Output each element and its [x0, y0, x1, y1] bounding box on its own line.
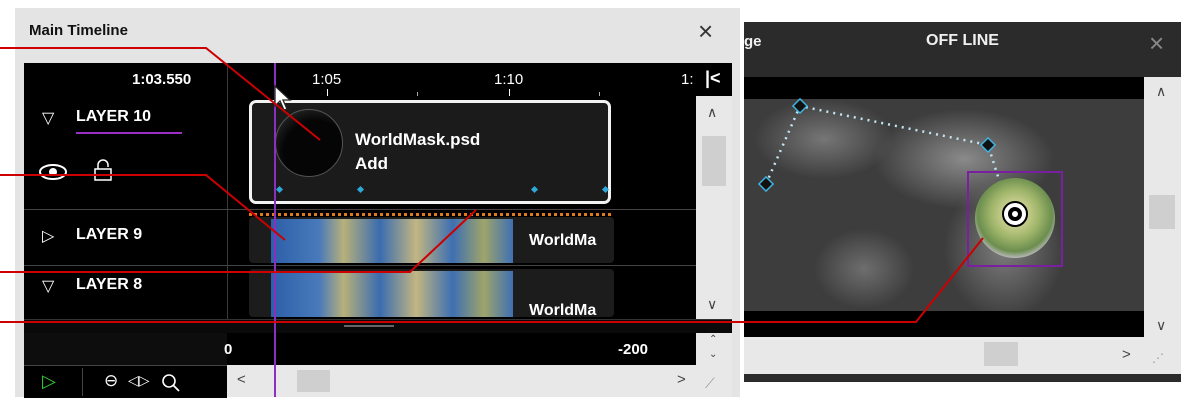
- clip-thumbnail-map: [271, 219, 513, 263]
- clip-blend-mode: Add: [355, 154, 389, 173]
- close-icon[interactable]: ×: [698, 18, 713, 44]
- clip-name: WorldMa: [529, 232, 597, 249]
- clip-thumbnail: [275, 109, 343, 177]
- clip-worldmask[interactable]: WorldMask.psd Add: [249, 100, 611, 204]
- layer-name: LAYER 10: [76, 108, 151, 125]
- motion-path-overlay[interactable]: [744, 77, 1144, 337]
- link-dotted-line: [249, 213, 611, 216]
- zoom-out-icon[interactable]: ⊖: [104, 371, 118, 391]
- viewer-viewport[interactable]: [744, 77, 1144, 337]
- scroll-right-icon[interactable]: >: [677, 371, 686, 388]
- scroll-left-icon[interactable]: <: [237, 371, 246, 388]
- ruler-label-1-05: 1:05: [312, 71, 342, 88]
- time-ruler[interactable]: 1:03.550 1:05 1:10 1:: [24, 63, 696, 397]
- clip-thumbnail-map: [271, 271, 513, 317]
- ruler-label-partial: 1:: [681, 71, 694, 88]
- value-ruler-left: 0: [224, 341, 233, 358]
- scroll-down-icon[interactable]: ∨: [707, 296, 717, 313]
- fit-icon[interactable]: ◁▷: [128, 372, 150, 389]
- keyframe-marker[interactable]: [530, 185, 539, 194]
- zoom-icon[interactable]: [161, 373, 181, 393]
- layer-row-header[interactable]: ▷ LAYER 9: [24, 210, 227, 265]
- timeline-body: 1:03.550 1:05 1:10 1: |< ▽ LAYER 10 ▷ LA…: [24, 63, 732, 398]
- resize-grip-icon[interactable]: ⟋: [705, 375, 715, 392]
- expand-triangle-icon[interactable]: ▽: [42, 276, 54, 296]
- horizontal-scrollbar[interactable]: < > ⟋: [227, 365, 732, 397]
- scroll-thumb[interactable]: [702, 136, 726, 186]
- clip-name: WorldMa: [529, 302, 597, 317]
- panel-splitter[interactable]: [24, 319, 732, 334]
- scroll-right-icon[interactable]: >: [1122, 346, 1131, 363]
- current-time-readout: 1:03.550: [132, 71, 192, 88]
- scroll-thumb[interactable]: [984, 342, 1018, 366]
- bottom-toolbar: ▷ ⊖ ◁▷: [24, 365, 227, 398]
- viewer-horizontal-scrollbar[interactable]: > ⋰: [744, 337, 1181, 374]
- resize-grip-icon[interactable]: ⋰: [1152, 351, 1164, 365]
- timeline-titlebar[interactable]: Main Timeline ×: [15, 8, 740, 60]
- clip-worldmap[interactable]: WorldMa: [249, 269, 614, 317]
- mouse-cursor-icon: [274, 84, 292, 111]
- layer-name: LAYER 8: [76, 276, 143, 293]
- collapsed-triangle-icon[interactable]: ▷: [42, 226, 54, 246]
- main-timeline-window: Main Timeline × 1:03.550 1:05 1:10 1: |<…: [15, 8, 740, 398]
- collapse-button[interactable]: |<: [698, 63, 732, 96]
- offline-viewer-window: ge OFF LINE × ∧ ∨ > ⋰: [744, 22, 1181, 382]
- lock-icon[interactable]: [93, 158, 113, 182]
- scroll-thumb[interactable]: [297, 370, 330, 392]
- keyframe-marker[interactable]: [601, 185, 610, 194]
- window-title: Main Timeline: [29, 22, 128, 39]
- scroll-thumb[interactable]: [1149, 195, 1175, 229]
- value-ruler-right: -200: [618, 341, 649, 358]
- viewer-vertical-scrollbar[interactable]: ∧ ∨: [1144, 77, 1181, 337]
- scroll-up-icon[interactable]: ∧: [707, 104, 717, 121]
- expand-triangle-icon[interactable]: ▽: [42, 108, 54, 128]
- keyframe-marker[interactable]: [275, 185, 284, 194]
- close-icon[interactable]: ×: [1149, 30, 1164, 56]
- collapse-icon: |<: [705, 68, 721, 88]
- ruler-scroll-corner[interactable]: ⌃ ⌄: [696, 333, 732, 365]
- clip-name: WorldMask.psd: [355, 130, 481, 149]
- vertical-scrollbar[interactable]: ∧ ∨: [696, 96, 732, 319]
- value-ruler[interactable]: 0 -200: [24, 333, 696, 365]
- layer-row-header[interactable]: ▽ LAYER 8: [24, 266, 227, 316]
- scroll-down-icon[interactable]: ∨: [1156, 317, 1166, 334]
- ruler-label-1-10: 1:10: [494, 71, 524, 88]
- layer-name: LAYER 9: [76, 226, 143, 243]
- play-icon[interactable]: ▷: [42, 371, 56, 392]
- keyframe-marker[interactable]: [356, 185, 365, 194]
- scroll-up-icon[interactable]: ∧: [1156, 83, 1166, 100]
- layer-row-header[interactable]: ▽ LAYER 10: [24, 96, 227, 209]
- visibility-eye-icon[interactable]: [38, 163, 68, 181]
- clip-worldmap[interactable]: WorldMa: [249, 217, 614, 263]
- layer-underline: [76, 132, 182, 134]
- viewer-title: OFF LINE: [926, 32, 999, 49]
